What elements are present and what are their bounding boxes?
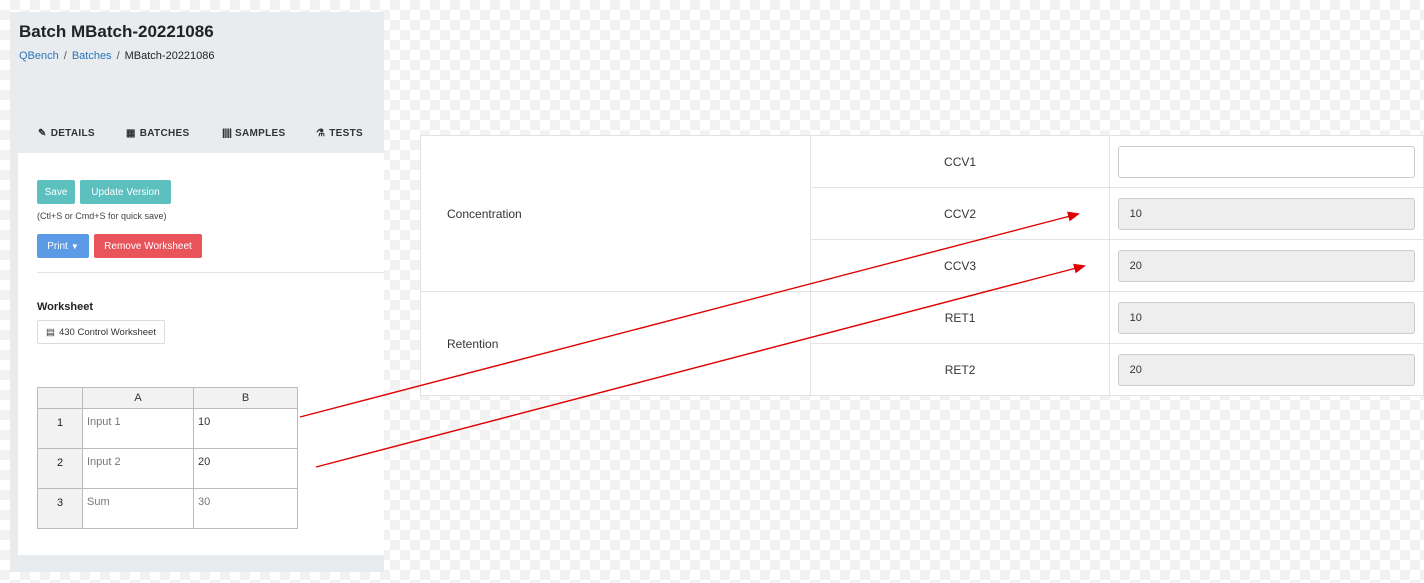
field-ccv2: 10 bbox=[1108, 187, 1424, 240]
document-icon: ▤ bbox=[46, 326, 55, 338]
quick-save-hint: (Ctl+S or Cmd+S for quick save) bbox=[37, 211, 167, 221]
breadcrumb-qbench[interactable]: QBench bbox=[19, 50, 59, 62]
remove-worksheet-button[interactable]: Remove Worksheet bbox=[94, 234, 202, 258]
tab-batches-label: BATCHES bbox=[139, 128, 190, 139]
tab-details-label: DETAILS bbox=[50, 128, 95, 139]
tab-batches[interactable]: ▦ BATCHES bbox=[126, 128, 189, 139]
ccv2-input[interactable]: 10 bbox=[1117, 197, 1415, 230]
table-row: 2 Input 2 20 bbox=[37, 448, 298, 489]
cell-a1[interactable]: Input 1 bbox=[82, 408, 194, 449]
group-concentration: Concentration bbox=[419, 135, 812, 292]
row-number: 2 bbox=[37, 448, 83, 489]
batch-content: Save Update Version (Ctl+S or Cmd+S for … bbox=[18, 153, 384, 555]
field-ccv1 bbox=[1108, 135, 1424, 188]
batch-app-panel: Batch MBatch-20221086 QBench / Batches / MBa… bbox=[10, 12, 384, 572]
worksheet-name: 430 Control Worksheet bbox=[58, 326, 156, 338]
cell-a3[interactable]: Sum bbox=[82, 488, 194, 529]
worksheet-chip[interactable]: ▤ 430 Control Worksheet bbox=[37, 320, 165, 344]
ccv3-input[interactable]: 20 bbox=[1117, 249, 1415, 282]
field-key-ccv2: CCV2 bbox=[810, 187, 1110, 240]
field-key-ccv1: CCV1 bbox=[810, 135, 1110, 188]
ret2-input[interactable]: 20 bbox=[1117, 353, 1415, 386]
grid-icon: ▦ bbox=[126, 128, 136, 139]
field-ccv3: 20 bbox=[1108, 239, 1424, 292]
tab-tests[interactable]: ⚗ TESTS bbox=[316, 128, 363, 139]
divider bbox=[37, 272, 384, 273]
cell-b2[interactable]: 20 bbox=[193, 448, 298, 489]
ret1-input[interactable]: 10 bbox=[1117, 301, 1415, 334]
group-retention: Retention bbox=[419, 291, 812, 396]
breadcrumb-current: MBatch-20221086 bbox=[124, 50, 215, 62]
update-version-button[interactable]: Update Version bbox=[80, 180, 171, 204]
column-header-b: B bbox=[193, 387, 298, 409]
print-button[interactable]: Print ▼ bbox=[37, 234, 89, 258]
results-table: Concentration CCV1 CCV2 10 CCV3 20 Reten… bbox=[419, 135, 1424, 396]
cell-b1[interactable]: 10 bbox=[193, 408, 298, 449]
cell-b3[interactable]: 30 bbox=[193, 488, 298, 529]
table-row: 1 Input 1 10 bbox=[37, 408, 298, 449]
row-number: 1 bbox=[37, 408, 83, 449]
tab-bar: ✎ DETAILS ▦ BATCHES ||||| SAMPLES ⚗ TEST… bbox=[10, 124, 384, 150]
column-header-a: A bbox=[82, 387, 194, 409]
field-ret1: 10 bbox=[1108, 291, 1424, 344]
field-ret2: 20 bbox=[1108, 343, 1424, 396]
field-key-ret1: RET1 bbox=[810, 291, 1110, 344]
table-row: Retention RET1 10 bbox=[419, 291, 1424, 396]
table-row: Concentration CCV1 bbox=[419, 135, 1424, 292]
row-number: 3 bbox=[37, 488, 83, 529]
tab-samples-label: SAMPLES bbox=[235, 128, 286, 139]
print-button-label: Print bbox=[47, 240, 68, 252]
tab-samples[interactable]: ||||| SAMPLES bbox=[222, 128, 285, 139]
barcode-icon: ||||| bbox=[222, 128, 232, 139]
tab-tests-label: TESTS bbox=[329, 128, 363, 139]
tab-details[interactable]: ✎ DETAILS bbox=[38, 128, 95, 139]
page-title: Batch MBatch-20221086 bbox=[19, 22, 214, 41]
cell-a2[interactable]: Input 2 bbox=[82, 448, 194, 489]
ccv1-input[interactable] bbox=[1117, 145, 1415, 178]
caret-down-icon: ▼ bbox=[70, 241, 79, 251]
field-key-ret2: RET2 bbox=[810, 343, 1110, 396]
field-key-ccv3: CCV3 bbox=[810, 239, 1110, 292]
grid-corner bbox=[37, 387, 83, 409]
save-button[interactable]: Save bbox=[37, 180, 75, 204]
pencil-icon: ✎ bbox=[38, 128, 47, 139]
breadcrumb-batches[interactable]: Batches bbox=[72, 50, 112, 62]
flask-icon: ⚗ bbox=[316, 128, 326, 139]
worksheet-grid: A B 1 Input 1 10 2 Input 2 20 3 Sum 30 bbox=[37, 387, 298, 529]
table-row: 3 Sum 30 bbox=[37, 488, 298, 529]
worksheet-label: Worksheet bbox=[37, 301, 94, 313]
breadcrumb: QBench / Batches / MBatch-20221086 bbox=[19, 50, 215, 62]
